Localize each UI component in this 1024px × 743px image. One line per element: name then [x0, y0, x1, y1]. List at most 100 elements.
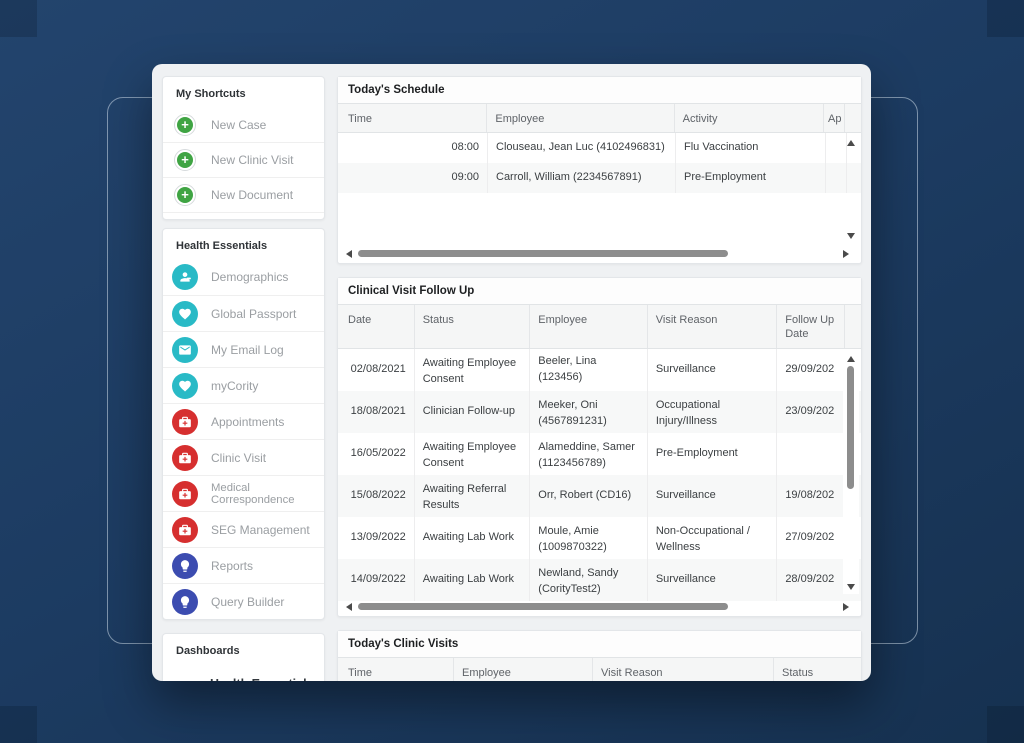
cell-date: 14/09/2022: [338, 559, 415, 601]
horizontal-scrollbar[interactable]: [338, 245, 861, 262]
corner-decoration: [987, 0, 1024, 37]
column-header-status[interactable]: Status: [774, 658, 861, 681]
cell-date: 02/08/2021: [338, 349, 415, 391]
cell-employee: Clouseau, Jean Luc (4102496831): [488, 133, 676, 163]
cell-employee: Carroll, William (2234567891): [488, 163, 676, 193]
cell-status: Awaiting Employee Consent: [415, 433, 531, 475]
vertical-scrollbar[interactable]: [843, 352, 859, 594]
cell-status: Awaiting Employee Consent: [415, 349, 531, 391]
cell-time: 08:00: [338, 133, 488, 163]
sidebar-item-new-case[interactable]: + New Case: [163, 107, 324, 142]
scroll-left-icon[interactable]: [346, 603, 352, 611]
cell-date: 15/08/2022: [338, 475, 415, 517]
column-header-employee[interactable]: Employee: [530, 305, 648, 348]
sidebar-item-new-document[interactable]: + New Document: [163, 177, 324, 212]
follow-up-row[interactable]: 18/08/2021 Clinician Follow-up Meeker, O…: [338, 391, 861, 433]
medical-bag-icon: [172, 445, 198, 471]
sidebar-item-appointments[interactable]: Appointments: [163, 403, 324, 439]
lightbulb-icon: [172, 553, 198, 579]
sidebar-item-label: New Clinic Visit: [211, 153, 293, 167]
sidebar-item-label: New Document: [211, 188, 293, 202]
sidebar-item-query-builder[interactable]: Query Builder: [163, 583, 324, 619]
scroll-down-icon[interactable]: [847, 584, 855, 590]
sidebar-item-label: Clinic Visit: [211, 451, 266, 465]
sidebar-item-dashboard-health-essentials[interactable]: Health Essentials: [163, 664, 324, 681]
corner-decoration: [0, 0, 37, 37]
corner-decoration: [987, 706, 1024, 743]
panel-title: Today's Schedule: [338, 77, 861, 103]
follow-up-row[interactable]: 16/05/2022 Awaiting Employee Consent Ala…: [338, 433, 861, 475]
person-key-icon: [172, 264, 198, 290]
cell-visit-reason: Occupational Injury/Illness: [648, 391, 777, 433]
cell-time: 09:00: [338, 163, 488, 193]
column-header-follow-up-date[interactable]: Follow Up Date: [777, 305, 845, 348]
heart-icon: [172, 301, 198, 327]
sidebar-item-my-email-log[interactable]: My Email Log: [163, 331, 324, 367]
cell-visit-reason: Pre-Employment: [648, 433, 777, 475]
heart-icon: [172, 373, 198, 399]
vertical-scrollbar[interactable]: [843, 134, 859, 243]
sidebar-item-seg-management[interactable]: SEG Management: [163, 511, 324, 547]
scroll-down-icon[interactable]: [847, 233, 855, 239]
plus-icon: +: [174, 149, 196, 171]
scroll-right-icon[interactable]: [843, 603, 849, 611]
follow-up-row[interactable]: 14/09/2022 Awaiting Lab Work Newland, Sa…: [338, 559, 861, 601]
lightbulb-icon: [172, 589, 198, 615]
my-shortcuts-card: My Shortcuts + New Case + New Clinic Vis…: [162, 76, 325, 220]
sidebar-item-mycority[interactable]: myCority: [163, 367, 324, 403]
medical-bag-icon: [172, 481, 198, 507]
column-header-time[interactable]: Time: [338, 658, 454, 681]
sidebar-item-demographics[interactable]: Demographics: [163, 259, 324, 295]
sidebar-item-label: Health Essentials: [210, 677, 314, 681]
corner-decoration: [0, 706, 37, 743]
cell-visit-reason: Non-Occupational / Wellness: [648, 517, 777, 559]
medical-bag-icon: [172, 409, 198, 435]
table-header: Date Status Employee Visit Reason Follow…: [338, 304, 861, 349]
schedule-row[interactable]: 09:00 Carroll, William (2234567891) Pre-…: [338, 163, 861, 193]
todays-schedule-panel: Today's Schedule Time Employee Activity …: [337, 76, 862, 264]
scrollbar-thumb[interactable]: [847, 366, 854, 489]
section-title: Dashboards: [163, 634, 324, 664]
cell-activity: Flu Vaccination: [676, 133, 826, 163]
column-header-time[interactable]: Time: [338, 104, 487, 132]
scroll-right-icon[interactable]: [843, 250, 849, 258]
follow-up-row[interactable]: 02/08/2021 Awaiting Employee Consent Bee…: [338, 349, 861, 391]
scroll-up-icon[interactable]: [847, 140, 855, 146]
cell-employee: Meeker, Oni (4567891231): [530, 391, 648, 433]
panel-title: Clinical Visit Follow Up: [338, 278, 861, 304]
column-header-employee[interactable]: Employee: [454, 658, 593, 681]
sidebar-item-label: Global Passport: [211, 307, 296, 321]
cell-employee: Orr, Robert (CD16): [530, 475, 648, 517]
sidebar-item-label: myCority: [211, 379, 258, 393]
sidebar-item-label: SEG Management: [211, 523, 310, 537]
sidebar-item-label: Demographics: [211, 270, 288, 284]
cell-status: Awaiting Referral Results: [415, 475, 531, 517]
schedule-row[interactable]: 08:00 Clouseau, Jean Luc (4102496831) Fl…: [338, 133, 861, 163]
cell-date: 16/05/2022: [338, 433, 415, 475]
column-header-visit-reason[interactable]: Visit Reason: [593, 658, 774, 681]
scroll-left-icon[interactable]: [346, 250, 352, 258]
column-header-date[interactable]: Date: [338, 305, 415, 348]
column-header-ap[interactable]: Ap: [824, 104, 845, 132]
sidebar-item-global-passport[interactable]: Global Passport: [163, 295, 324, 331]
medical-bag-icon: [172, 517, 198, 543]
sidebar-item-medical-correspondence[interactable]: Medical Correspondence: [163, 475, 324, 511]
scrollbar-thumb[interactable]: [358, 250, 728, 257]
column-header-employee[interactable]: Employee: [487, 104, 674, 132]
sidebar-item-clinic-visit[interactable]: Clinic Visit: [163, 439, 324, 475]
horizontal-scrollbar[interactable]: [338, 598, 861, 615]
column-header-status[interactable]: Status: [415, 305, 531, 348]
sidebar-item-reports[interactable]: Reports: [163, 547, 324, 583]
sidebar-item-new-clinic-visit[interactable]: + New Clinic Visit: [163, 142, 324, 177]
follow-up-row[interactable]: 13/09/2022 Awaiting Lab Work Moule, Amie…: [338, 517, 861, 559]
column-header-visit-reason[interactable]: Visit Reason: [648, 305, 777, 348]
table-header: Time Employee Activity Ap: [338, 103, 861, 133]
cell-visit-reason: Surveillance: [648, 349, 777, 391]
sidebar-item-label: My Email Log: [211, 343, 284, 357]
scrollbar-thumb[interactable]: [358, 603, 728, 610]
follow-up-row[interactable]: 15/08/2022 Awaiting Referral Results Orr…: [338, 475, 861, 517]
scroll-up-icon[interactable]: [847, 356, 855, 362]
column-header-activity[interactable]: Activity: [675, 104, 824, 132]
sidebar-item-label: Medical Correspondence: [211, 482, 324, 506]
plus-icon: +: [174, 114, 196, 136]
